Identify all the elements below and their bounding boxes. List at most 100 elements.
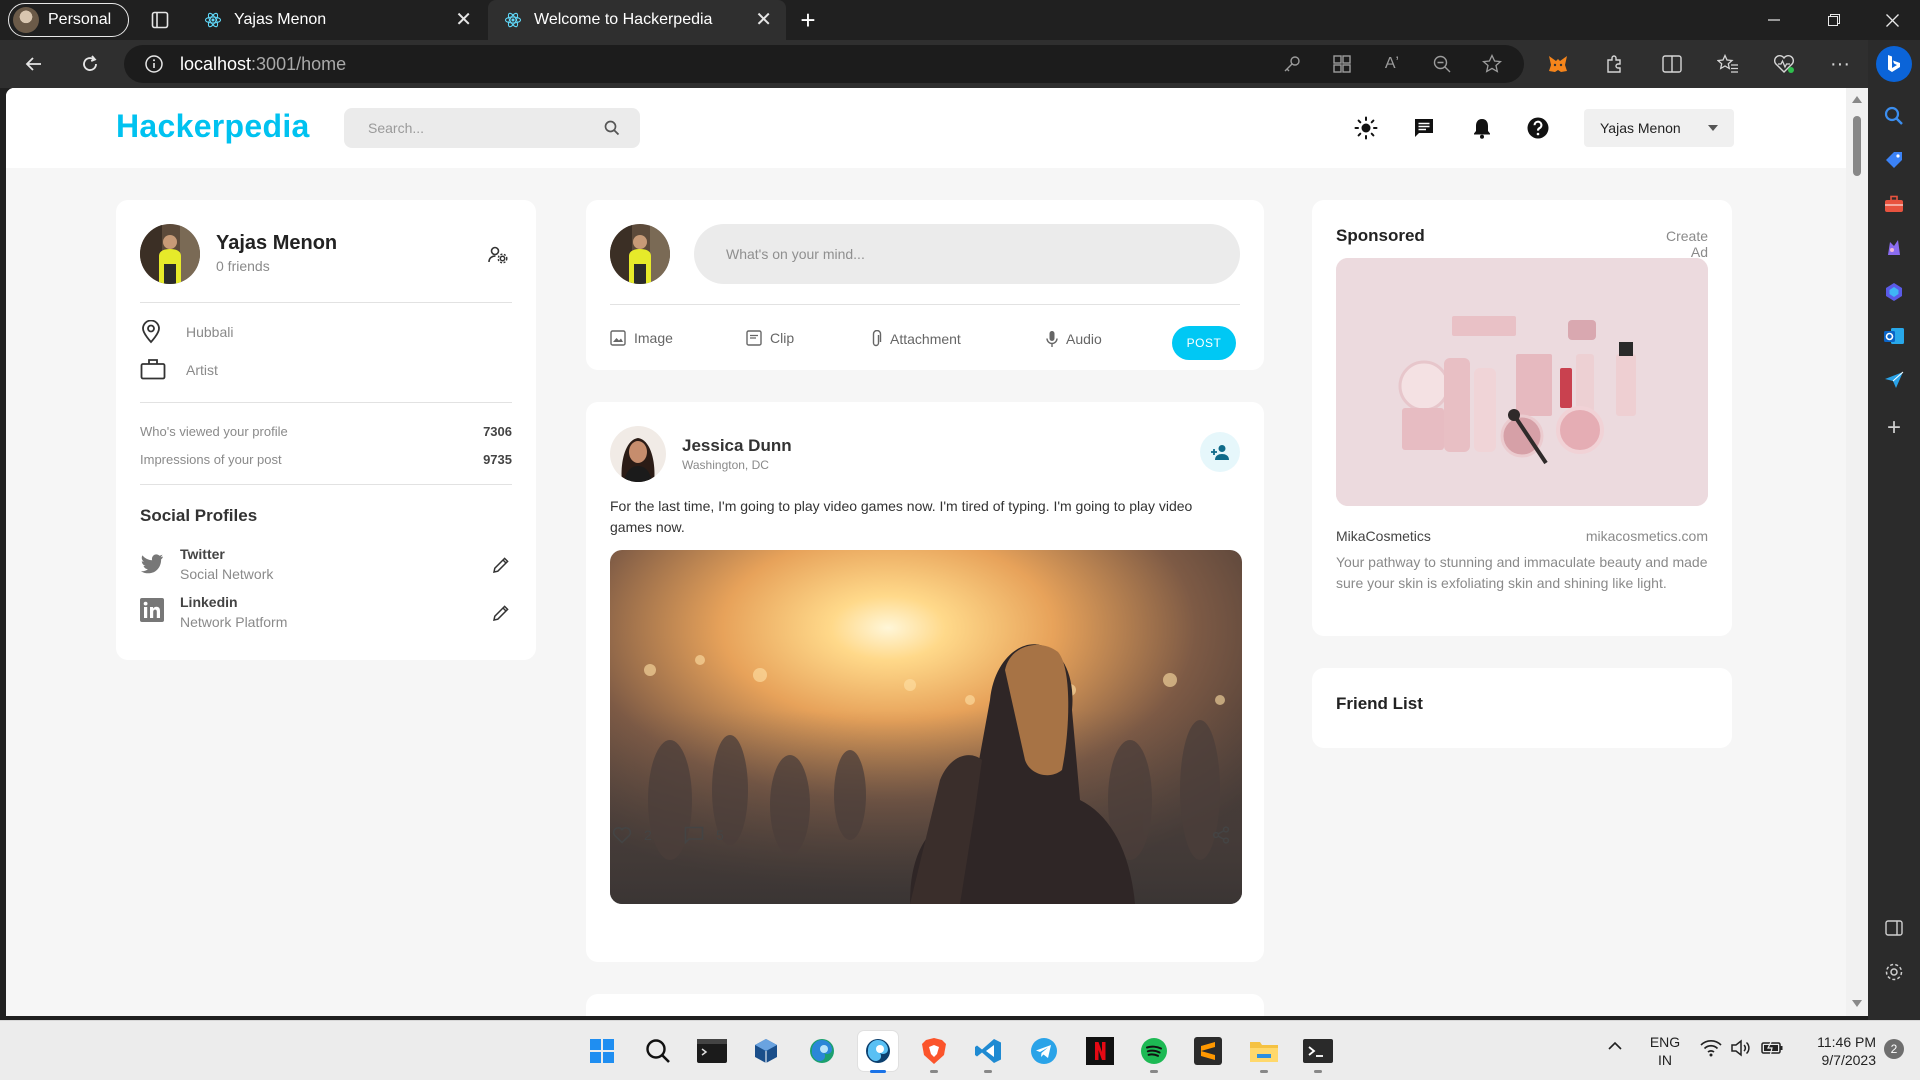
close-window-icon[interactable] bbox=[1864, 0, 1920, 40]
taskbar-search-icon[interactable] bbox=[638, 1031, 678, 1071]
key-icon[interactable] bbox=[1274, 46, 1310, 82]
site-info-icon[interactable] bbox=[144, 54, 164, 74]
clock-time: 11:46 PM bbox=[1817, 1034, 1876, 1050]
tab-yajas-menon[interactable]: Yajas Menon ✕ bbox=[188, 0, 486, 40]
linkedin-label[interactable]: Linkedin bbox=[180, 594, 238, 610]
back-icon[interactable] bbox=[16, 46, 52, 82]
image-action-button[interactable]: Image bbox=[610, 330, 673, 346]
manage-account-icon[interactable] bbox=[488, 246, 508, 264]
apps-icon[interactable] bbox=[1324, 46, 1360, 82]
search-input[interactable] bbox=[368, 120, 588, 136]
outlook-icon[interactable] bbox=[1878, 320, 1910, 352]
notifications-bell-icon[interactable] bbox=[1468, 114, 1496, 142]
site-logo[interactable]: Hackerpedia bbox=[116, 108, 310, 145]
windows-terminal-icon[interactable] bbox=[1298, 1031, 1338, 1073]
favorite-star-icon[interactable] bbox=[1474, 46, 1510, 82]
post-button[interactable]: POST bbox=[1172, 326, 1236, 360]
ad-website-link[interactable]: mikacosmetics.com bbox=[1524, 528, 1708, 544]
twitter-label[interactable]: Twitter bbox=[180, 546, 225, 562]
hide-sidebar-icon[interactable] bbox=[1878, 912, 1910, 944]
extensions-icon[interactable] bbox=[1596, 46, 1632, 82]
virtualbox-icon[interactable] bbox=[746, 1031, 786, 1071]
audio-action-button[interactable]: Audio bbox=[1046, 330, 1102, 348]
briefcase-icon bbox=[140, 358, 166, 380]
sidebar-settings-icon[interactable] bbox=[1878, 956, 1910, 988]
post-image[interactable] bbox=[610, 550, 1242, 904]
zoom-out-icon[interactable] bbox=[1424, 46, 1460, 82]
post-author-avatar[interactable] bbox=[610, 426, 666, 482]
file-explorer-icon[interactable] bbox=[1244, 1031, 1284, 1073]
split-screen-icon[interactable] bbox=[1654, 46, 1690, 82]
brave-browser-icon[interactable] bbox=[914, 1031, 954, 1073]
notification-badge[interactable]: 2 bbox=[1884, 1039, 1904, 1059]
microsoft-365-icon[interactable] bbox=[1878, 276, 1910, 308]
post-author-name[interactable]: Jessica Dunn bbox=[682, 436, 792, 456]
games-icon[interactable] bbox=[1878, 232, 1910, 264]
ad-brand-name[interactable]: MikaCosmetics bbox=[1336, 528, 1431, 544]
metamask-extension-icon[interactable] bbox=[1540, 46, 1576, 82]
read-aloud-icon[interactable]: A͏ʼ bbox=[1374, 46, 1410, 82]
image-icon bbox=[610, 330, 626, 346]
help-icon[interactable] bbox=[1524, 114, 1552, 142]
browser-essentials-icon[interactable] bbox=[1766, 46, 1802, 82]
user-dropdown[interactable]: Yajas Menon bbox=[1584, 109, 1734, 147]
close-tab-icon[interactable]: ✕ bbox=[755, 10, 772, 30]
search-icon[interactable] bbox=[604, 120, 620, 136]
add-friend-button[interactable] bbox=[1200, 432, 1240, 472]
clip-action-button[interactable]: Clip bbox=[746, 330, 794, 346]
react-icon bbox=[204, 12, 222, 28]
favorites-icon[interactable] bbox=[1710, 46, 1746, 82]
address-bar[interactable]: localhost:3001/home bbox=[124, 45, 1524, 83]
light-mode-icon[interactable] bbox=[1352, 114, 1380, 142]
add-sidebar-app-icon[interactable]: + bbox=[1878, 412, 1910, 444]
edge-dev-icon[interactable] bbox=[858, 1031, 898, 1073]
close-tab-icon[interactable]: ✕ bbox=[455, 10, 472, 30]
search-sidebar-icon[interactable] bbox=[1878, 100, 1910, 132]
browser-profile-button[interactable]: Personal bbox=[8, 3, 129, 37]
new-tab-icon[interactable]: + bbox=[790, 2, 826, 38]
tools-icon[interactable] bbox=[1878, 188, 1910, 220]
restore-icon[interactable] bbox=[1806, 0, 1862, 40]
post-input[interactable]: What's on your mind... bbox=[694, 224, 1240, 284]
edit-linkedin-icon[interactable] bbox=[492, 604, 510, 622]
battery-icon[interactable] bbox=[1760, 1039, 1784, 1057]
volume-icon[interactable] bbox=[1730, 1039, 1752, 1057]
send-icon[interactable] bbox=[1878, 364, 1910, 396]
clock[interactable]: 11:46 PM 9/7/2023 bbox=[1796, 1033, 1876, 1069]
like-heart-icon[interactable] bbox=[612, 826, 632, 844]
shopping-icon[interactable] bbox=[1878, 144, 1910, 176]
scroll-down-arrow-icon[interactable] bbox=[1852, 1000, 1862, 1007]
profile-avatar[interactable] bbox=[140, 224, 200, 284]
tab-actions-icon[interactable] bbox=[142, 2, 178, 38]
profile-name[interactable]: Yajas Menon bbox=[216, 232, 337, 255]
share-icon[interactable] bbox=[1212, 826, 1230, 844]
language-indicator[interactable]: ENG IN bbox=[1646, 1033, 1684, 1069]
show-hidden-icons-chevron[interactable] bbox=[1608, 1041, 1622, 1051]
create-ad-link[interactable]: Create Ad bbox=[1646, 228, 1708, 260]
attachment-action-button[interactable]: Attachment bbox=[870, 330, 961, 348]
scroll-up-arrow-icon[interactable] bbox=[1852, 96, 1862, 103]
edge-sidebar: + bbox=[1868, 40, 1920, 1020]
edge-browser-icon[interactable] bbox=[802, 1031, 842, 1071]
refresh-icon[interactable] bbox=[72, 46, 108, 82]
messages-icon[interactable] bbox=[1410, 114, 1438, 142]
comment-icon[interactable] bbox=[684, 826, 704, 844]
ad-image[interactable] bbox=[1336, 258, 1708, 506]
spotify-icon[interactable] bbox=[1134, 1031, 1174, 1073]
page-scrollbar[interactable] bbox=[1846, 88, 1868, 1016]
bing-copilot-icon[interactable] bbox=[1876, 46, 1912, 82]
linkedin-type: Network Platform bbox=[180, 614, 288, 630]
minimize-icon[interactable] bbox=[1746, 0, 1802, 40]
composer-avatar bbox=[610, 224, 670, 284]
scrollbar-thumb[interactable] bbox=[1853, 116, 1861, 176]
edit-twitter-icon[interactable] bbox=[492, 556, 510, 574]
terminal-app-icon[interactable] bbox=[692, 1031, 732, 1071]
wifi-icon[interactable] bbox=[1700, 1039, 1722, 1057]
sublime-text-icon[interactable] bbox=[1188, 1031, 1228, 1071]
vscode-icon[interactable] bbox=[968, 1031, 1008, 1073]
telegram-icon[interactable] bbox=[1024, 1031, 1064, 1071]
more-options-icon[interactable]: ··· bbox=[1822, 46, 1858, 82]
windows-start-icon[interactable] bbox=[582, 1031, 622, 1071]
netflix-icon[interactable] bbox=[1080, 1031, 1120, 1071]
tab-welcome-to-hackerpedia[interactable]: Welcome to Hackerpedia ✕ bbox=[488, 0, 786, 40]
